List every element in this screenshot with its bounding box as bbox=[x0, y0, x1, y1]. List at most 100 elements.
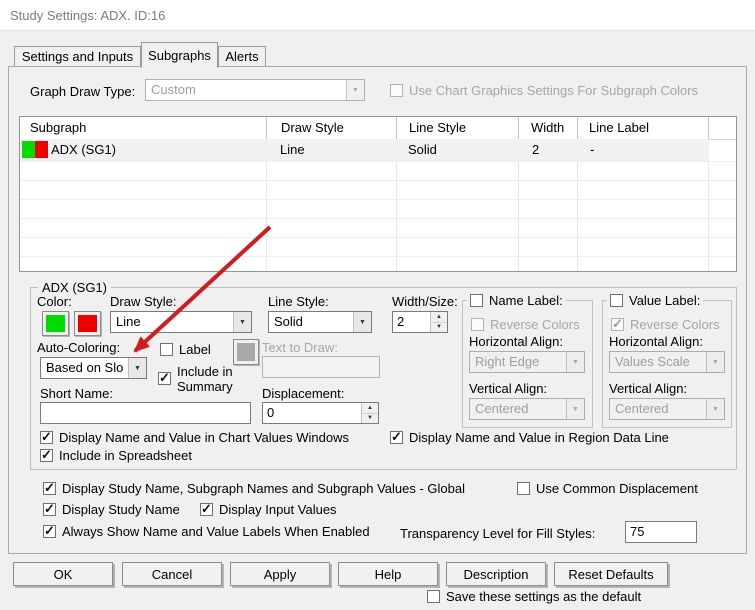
width-size-spinner[interactable]: 2 ▲ ▼ bbox=[392, 311, 448, 333]
checkbox-icon bbox=[40, 447, 53, 463]
tab-label: Subgraphs bbox=[148, 48, 211, 63]
chevron-down-icon: ▼ bbox=[346, 80, 364, 100]
checkbox-label: Value Label: bbox=[629, 293, 701, 308]
draw-style-dropdown[interactable]: Line ▼ bbox=[110, 311, 252, 333]
apply-button[interactable]: Apply bbox=[230, 562, 330, 586]
checkbox-icon bbox=[43, 501, 56, 517]
name-reverse-colors-checkbox: Reverse Colors bbox=[471, 317, 580, 332]
graph-draw-type-label: Graph Draw Type: bbox=[30, 84, 136, 99]
save-default-checkbox[interactable]: Save these settings as the default bbox=[427, 589, 641, 604]
auto-coloring-dropdown[interactable]: Based on Slo ▼ bbox=[40, 357, 147, 379]
color-label: Color: bbox=[37, 294, 72, 309]
checkbox-icon bbox=[471, 318, 484, 331]
checkbox-label: Display Study Name, Subgraph Names and S… bbox=[62, 481, 465, 496]
include-in-spreadsheet-checkbox[interactable]: Include in Spreadsheet bbox=[40, 447, 192, 463]
color-button-red[interactable] bbox=[74, 311, 101, 336]
display-input-values-checkbox[interactable]: Display Input Values bbox=[200, 501, 337, 517]
spin-up-icon[interactable]: ▲ bbox=[362, 403, 378, 414]
name-horizontal-align-dropdown: Right Edge ▼ bbox=[469, 351, 585, 373]
column-header-line-label: Line Label bbox=[578, 117, 709, 139]
display-study-name-checkbox[interactable]: Display Study Name bbox=[43, 501, 180, 517]
use-chart-graphics-checkbox: Use Chart Graphics Settings For Subgraph… bbox=[390, 83, 698, 98]
description-button[interactable]: Description bbox=[446, 562, 546, 586]
displacement-value: 0 bbox=[267, 405, 275, 420]
tab-settings-and-inputs[interactable]: Settings and Inputs bbox=[14, 46, 141, 66]
text-to-draw-label: Text to Draw: bbox=[262, 340, 338, 355]
line-style-value: Solid bbox=[274, 314, 303, 329]
chevron-down-icon: ▼ bbox=[233, 312, 251, 332]
auto-coloring-value: Based on Slo bbox=[46, 360, 124, 375]
always-show-labels-checkbox[interactable]: Always Show Name and Value Labels When E… bbox=[43, 523, 370, 539]
display-global-checkbox[interactable]: Display Study Name, Subgraph Names and S… bbox=[43, 480, 465, 496]
include-in-summary-checkbox[interactable]: Include in Summary bbox=[158, 364, 233, 394]
label-checkbox[interactable]: Label bbox=[160, 342, 211, 357]
value-label-checkbox[interactable]: Value Label: bbox=[607, 293, 704, 308]
gray-swatch bbox=[237, 343, 255, 361]
display-region-data-line-checkbox[interactable]: Display Name and Value in Region Data Li… bbox=[390, 429, 669, 445]
displacement-spinner[interactable]: 0 ▲ ▼ bbox=[262, 402, 379, 424]
short-name-label: Short Name: bbox=[40, 386, 113, 401]
auto-coloring-label: Auto-Coloring: bbox=[37, 340, 121, 355]
chevron-down-icon: ▼ bbox=[353, 312, 371, 332]
value-horizontal-align-label: Horizontal Align: bbox=[609, 334, 703, 349]
transparency-input[interactable]: 75 bbox=[625, 521, 697, 543]
window-title: Study Settings: ADX. ID:16 bbox=[10, 7, 166, 23]
use-common-displacement-checkbox[interactable]: Use Common Displacement bbox=[517, 481, 698, 496]
cell-width: 2 bbox=[532, 142, 540, 157]
checkbox-label: Display Name and Value in Region Data Li… bbox=[409, 430, 669, 445]
chevron-down-icon: ▼ bbox=[706, 399, 724, 419]
checkbox-icon bbox=[427, 590, 440, 603]
red-swatch bbox=[78, 315, 97, 332]
chevron-down-icon: ▼ bbox=[566, 399, 584, 419]
checkbox-label: Use Common Displacement bbox=[536, 481, 698, 496]
name-label-checkbox[interactable]: Name Label: bbox=[467, 293, 566, 308]
subgraph-table-body: ADX (SG1) Line Solid 2 - bbox=[20, 139, 736, 271]
column-header-line-style: Line Style bbox=[397, 117, 519, 139]
checkbox-icon bbox=[160, 343, 173, 356]
column-header-width: Width bbox=[519, 117, 578, 139]
cancel-button[interactable]: Cancel bbox=[122, 562, 222, 586]
width-size-value: 2 bbox=[397, 314, 405, 329]
spin-down-icon[interactable]: ▼ bbox=[431, 322, 447, 332]
name-horizontal-align-label: Horizontal Align: bbox=[469, 334, 563, 349]
value-reverse-colors-checkbox: Reverse Colors bbox=[611, 316, 720, 332]
subgraph-table-header: Subgraph Draw Style Line Style Width Lin… bbox=[20, 117, 736, 140]
column-header-draw-style: Draw Style bbox=[267, 117, 397, 139]
display-chart-values-checkbox[interactable]: Display Name and Value in Chart Values W… bbox=[40, 429, 349, 445]
reset-defaults-button[interactable]: Reset Defaults bbox=[554, 562, 668, 586]
checkbox-icon bbox=[390, 429, 403, 445]
help-button[interactable]: Help bbox=[338, 562, 438, 586]
cell-line-label: - bbox=[590, 142, 595, 157]
table-row-adx-sg1[interactable]: ADX (SG1) Line Solid 2 - bbox=[20, 139, 709, 161]
tab-label: Alerts bbox=[225, 49, 259, 64]
tab-subgraphs[interactable]: Subgraphs bbox=[141, 42, 218, 68]
name-vertical-align-label: Vertical Align: bbox=[469, 381, 548, 396]
draw-style-label: Draw Style: bbox=[110, 294, 177, 309]
draw-style-value: Line bbox=[116, 314, 141, 329]
value-vertical-align-dropdown: Centered ▼ bbox=[609, 398, 725, 420]
checkbox-icon bbox=[470, 294, 483, 307]
checkbox-label: Name Label: bbox=[489, 293, 563, 308]
checkbox-label: Label bbox=[179, 342, 211, 357]
spin-down-icon[interactable]: ▼ bbox=[362, 413, 378, 423]
checkbox-label: Use Chart Graphics Settings For Subgraph… bbox=[409, 83, 699, 98]
tab-alerts[interactable]: Alerts bbox=[218, 46, 266, 66]
color-button-green[interactable] bbox=[42, 311, 69, 336]
checkbox-label: Display Name and Value in Chart Values W… bbox=[59, 430, 349, 445]
checkbox-label: Include in Spreadsheet bbox=[59, 448, 192, 463]
ok-button[interactable]: OK bbox=[13, 562, 113, 586]
checkbox-label: Always Show Name and Value Labels When E… bbox=[62, 524, 370, 539]
short-name-input[interactable] bbox=[40, 402, 251, 424]
subgraph-color-swatch-red bbox=[35, 141, 48, 158]
value-horizontal-align-dropdown: Values Scale ▼ bbox=[609, 351, 725, 373]
spin-up-icon[interactable]: ▲ bbox=[431, 312, 447, 323]
checkbox-icon bbox=[610, 294, 623, 307]
titlebar: Study Settings: ADX. ID:16 bbox=[0, 0, 755, 31]
label-color-button[interactable] bbox=[233, 339, 259, 365]
cell-subgraph-name: ADX (SG1) bbox=[51, 142, 117, 157]
study-settings-dialog: Study Settings: ADX. ID:16 Settings and … bbox=[0, 0, 755, 610]
line-style-dropdown[interactable]: Solid ▼ bbox=[268, 311, 372, 333]
chevron-down-icon: ▼ bbox=[128, 358, 146, 378]
transparency-label: Transparency Level for Fill Styles: bbox=[400, 526, 596, 541]
green-swatch bbox=[46, 315, 65, 332]
